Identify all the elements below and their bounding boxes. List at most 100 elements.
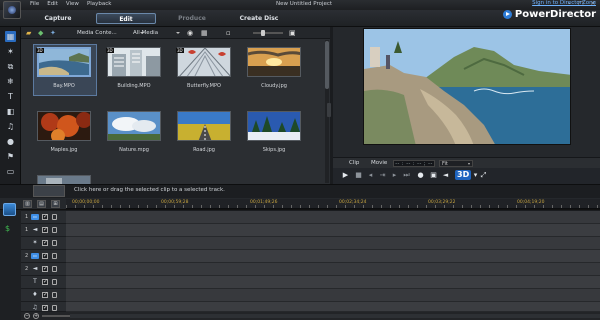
lock-icon[interactable] bbox=[52, 214, 57, 220]
lock-icon[interactable] bbox=[52, 279, 57, 285]
track-number: 1 bbox=[25, 214, 29, 220]
lock-icon[interactable] bbox=[52, 292, 57, 298]
video-track-icon: ▭ bbox=[31, 253, 39, 259]
volume-icon[interactable]: ◄ bbox=[441, 171, 450, 180]
3d-mode-button[interactable]: 3D bbox=[455, 170, 472, 180]
thumbnail-large-icon[interactable]: ▣ bbox=[289, 29, 298, 37]
track-lane[interactable] bbox=[66, 302, 600, 312]
zoom-in-icon[interactable]: + bbox=[33, 313, 39, 319]
track-enable-checkbox[interactable] bbox=[42, 265, 48, 272]
lock-icon[interactable] bbox=[52, 240, 57, 246]
timeline-mode-icon[interactable] bbox=[3, 203, 16, 216]
lock-icon[interactable] bbox=[52, 227, 57, 233]
plugin-icon[interactable]: ✦ bbox=[50, 29, 59, 37]
track-lane[interactable] bbox=[66, 237, 600, 250]
track-lane[interactable] bbox=[66, 276, 600, 289]
track-enable-checkbox[interactable] bbox=[42, 239, 48, 246]
thumbnail-size-slider[interactable] bbox=[253, 32, 283, 34]
media-item-bay[interactable]: 3D Bay.MPO bbox=[33, 44, 97, 96]
track-enable-checkbox[interactable] bbox=[42, 226, 48, 233]
media-thumbnail bbox=[37, 47, 91, 77]
menu-edit[interactable]: Edit bbox=[47, 1, 58, 7]
voiceover-room-icon[interactable]: ● bbox=[5, 136, 16, 147]
fix-enhance-icon[interactable]: $ bbox=[5, 224, 10, 233]
track-header-video-1: 1 ▭ bbox=[21, 211, 66, 224]
transition-room-icon[interactable]: ◧ bbox=[5, 106, 16, 117]
chapter-room-icon[interactable]: ⚑ bbox=[5, 151, 16, 162]
track-lane[interactable] bbox=[66, 263, 600, 276]
timeline-ruler[interactable]: 00;00;00;00 00;00;59;28 00;01;49;26 00;0… bbox=[66, 199, 600, 209]
track-header-title: T bbox=[21, 276, 66, 289]
create-disc-mode-button[interactable]: Create Disc bbox=[236, 13, 282, 24]
undock-preview-icon[interactable]: ⤢ bbox=[479, 171, 488, 180]
record-icon[interactable]: ● bbox=[416, 171, 425, 180]
brand-play-icon bbox=[502, 10, 512, 19]
audio-mixing-room-icon[interactable]: ♫ bbox=[5, 121, 16, 132]
media-item-building[interactable]: 3D Building.MPO bbox=[105, 47, 165, 93]
edit-mode-button[interactable]: Edit bbox=[96, 13, 156, 24]
track-lane[interactable] bbox=[66, 224, 600, 237]
media-item-nature[interactable]: Nature.mpg bbox=[105, 111, 165, 157]
play-icon[interactable]: ▶ bbox=[341, 171, 350, 180]
next-icon[interactable]: ⏭ bbox=[402, 171, 411, 180]
track-header-audio-1: 1 ◄ bbox=[21, 224, 66, 237]
track-enable-checkbox[interactable] bbox=[42, 213, 48, 220]
track-enable-checkbox[interactable] bbox=[42, 278, 48, 285]
media-library-panel: ▰ ◆ ✦ Media Conte... All Media ◉ ▦ ▫ ▣ 3… bbox=[21, 27, 330, 185]
grid-view-icon[interactable]: ▦ bbox=[201, 29, 210, 37]
import-media-icon[interactable]: ▰ bbox=[26, 29, 35, 37]
pip-room-icon[interactable]: ⧉ bbox=[5, 61, 16, 72]
directorzone-signin-link[interactable]: Sign in to DirectorZone bbox=[532, 0, 596, 6]
lock-icon[interactable] bbox=[52, 305, 57, 311]
track-manager-button[interactable]: ⊞ bbox=[51, 200, 60, 208]
timeline-view-button[interactable]: ▥ bbox=[23, 200, 32, 208]
snapshot-icon[interactable]: ▣ bbox=[429, 171, 438, 180]
zoom-out-icon[interactable]: − bbox=[24, 313, 30, 319]
media-room-icon[interactable]: ▦ bbox=[5, 31, 16, 42]
media-item-skips[interactable]: Skips.jpg bbox=[245, 111, 305, 157]
lock-icon[interactable] bbox=[52, 266, 57, 272]
capture-mode-button[interactable]: Capture bbox=[38, 13, 78, 24]
stop-icon[interactable]: ■ bbox=[354, 171, 363, 180]
track-lane[interactable] bbox=[66, 250, 600, 263]
menu-file[interactable]: File bbox=[30, 1, 39, 7]
tab-clip[interactable]: Clip bbox=[349, 160, 359, 166]
subtitle-room-icon[interactable]: ▭ bbox=[5, 166, 16, 177]
lock-icon[interactable] bbox=[52, 253, 57, 259]
menu-playback[interactable]: Playback bbox=[87, 1, 112, 7]
track-enable-checkbox[interactable] bbox=[42, 291, 48, 298]
3d-badge: 3D bbox=[36, 48, 44, 53]
search-library-icon[interactable]: ◉ bbox=[187, 29, 196, 37]
effect-room-icon[interactable]: ✶ bbox=[5, 46, 16, 57]
panel-resize-handle[interactable] bbox=[327, 103, 331, 117]
media-name: Road.jpg bbox=[193, 147, 215, 153]
track-enable-checkbox[interactable] bbox=[42, 252, 48, 259]
media-item-butterfly[interactable]: 3D Butterfly.MPO bbox=[175, 47, 235, 93]
thumbnail-small-icon[interactable]: ▫ bbox=[226, 29, 235, 37]
media-filter-dropdown[interactable]: All Media bbox=[131, 29, 181, 37]
particle-room-icon[interactable]: ❄ bbox=[5, 76, 16, 87]
timeline-scrollbar[interactable] bbox=[70, 314, 600, 318]
media-name: Cloudy.jpg bbox=[261, 83, 287, 89]
timecode-display[interactable]: -- : -- : -- ; -- bbox=[393, 160, 435, 167]
previous-frame-icon[interactable]: ◂ bbox=[366, 171, 375, 180]
storyboard-view-button[interactable]: ▤ bbox=[37, 200, 46, 208]
title-room-icon[interactable]: T bbox=[5, 91, 16, 102]
selected-clip-tile[interactable] bbox=[33, 185, 65, 197]
track-enable-checkbox[interactable] bbox=[42, 304, 48, 311]
thumbnail-size-slider-thumb[interactable] bbox=[261, 30, 265, 36]
produce-mode-button[interactable]: Produce bbox=[172, 13, 212, 24]
zoom-fit-dropdown[interactable]: Fit bbox=[439, 160, 473, 167]
audio-track-icon: ◄ bbox=[32, 226, 38, 233]
media-item-cloudy[interactable]: Cloudy.jpg bbox=[245, 47, 305, 93]
media-item-maples[interactable]: Maples.jpg bbox=[35, 111, 95, 157]
next-frame-icon[interactable]: ▸ bbox=[390, 171, 399, 180]
track-lane[interactable] bbox=[66, 211, 600, 224]
library-scrollbar-thumb[interactable] bbox=[325, 41, 329, 89]
track-lane[interactable] bbox=[66, 289, 600, 302]
media-item-road[interactable]: Road.jpg bbox=[175, 111, 235, 157]
tab-movie[interactable]: Movie bbox=[371, 160, 387, 166]
menu-view[interactable]: View bbox=[66, 1, 79, 7]
fast-forward-icon[interactable]: ⇥ bbox=[378, 171, 387, 180]
download-media-icon[interactable]: ◆ bbox=[38, 29, 47, 37]
